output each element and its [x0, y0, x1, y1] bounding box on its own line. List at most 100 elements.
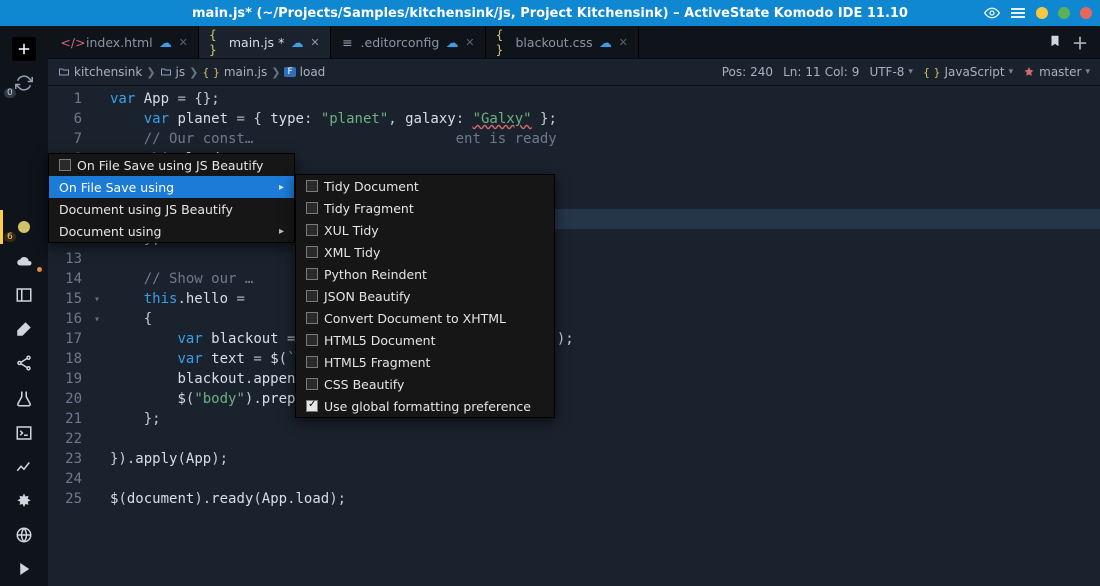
menu-item[interactable]: Document using JS Beautify — [49, 198, 294, 220]
web-button[interactable] — [0, 518, 48, 552]
bookmark-icon[interactable] — [1048, 34, 1062, 51]
checkbox-icon — [306, 312, 318, 324]
menu-item[interactable]: Document using ▸ — [49, 220, 294, 242]
format-context-menu: On File Save using JS Beautify On File Sa… — [48, 153, 295, 243]
menu-item[interactable]: Tidy Fragment — [296, 197, 554, 219]
menu-item[interactable]: Tidy Document — [296, 175, 554, 197]
chevron-right-icon: ▸ — [279, 226, 284, 237]
checkbox-icon — [306, 246, 318, 258]
chevron-right-icon: ▸ — [279, 182, 284, 193]
menu-item[interactable]: HTML5 Document — [296, 329, 554, 351]
menu-item-label: Convert Document to XHTML — [324, 311, 506, 326]
science-button[interactable] — [0, 382, 48, 416]
menu-item-label: On File Save using — [59, 180, 174, 195]
status-branch[interactable]: master▾ — [1023, 65, 1090, 79]
menu-item[interactable]: On File Save using JS Beautify — [49, 154, 294, 176]
close-icon[interactable]: ✕ — [465, 36, 474, 49]
new-file-button[interactable] — [0, 32, 48, 66]
status-language[interactable]: { } JavaScript▾ — [923, 65, 1013, 79]
checkbox-icon — [306, 290, 318, 302]
menu-item-label: HTML5 Fragment — [324, 355, 430, 370]
menu-item[interactable]: Convert Document to XHTML — [296, 307, 554, 329]
lint-indicator[interactable]: 6 — [0, 210, 48, 244]
cloud-icon: ☁ — [599, 35, 613, 49]
menu-item-label: CSS Beautify — [324, 377, 404, 392]
maximize-icon[interactable] — [1058, 7, 1070, 19]
cloud-icon: ☁ — [445, 35, 459, 49]
js-icon: { } — [209, 35, 223, 49]
tab-editorconfig[interactable]: ≡ .editorconfig ☁ ✕ — [331, 26, 486, 58]
tab-strip: </> index.html ☁ ✕ { } main.js * ☁ ✕ ≡ .… — [48, 26, 1100, 58]
lint-badge: 6 — [4, 232, 16, 242]
tab-blackout-css[interactable]: { } blackout.css ☁ ✕ — [486, 26, 639, 58]
breadcrumb-bar: kitchensink ❯ js ❯ { } main.js ❯ F load — [48, 58, 1100, 86]
menu-item-label: Python Reindent — [324, 267, 427, 282]
window-titlebar: main.js* (~/Projects/Samples/kitchensink… — [0, 0, 1100, 26]
menu-item-label: Tidy Fragment — [324, 201, 414, 216]
breadcrumb-folder[interactable]: kitchensink — [58, 65, 142, 79]
menu-item[interactable]: XML Tidy — [296, 241, 554, 263]
cloud-icon: ☁ — [159, 35, 173, 49]
preview-icon[interactable] — [984, 5, 1000, 21]
tab-label: main.js * — [229, 35, 284, 50]
close-window-icon[interactable] — [1080, 7, 1092, 19]
menu-item[interactable]: CSS Beautify — [296, 373, 554, 395]
window-title: main.js* (~/Projects/Samples/kitchensink… — [192, 6, 908, 21]
close-icon[interactable]: ✕ — [619, 36, 628, 49]
sync-button[interactable]: 0 — [0, 66, 48, 100]
checkbox-icon — [306, 180, 318, 192]
cfg-icon: ≡ — [341, 35, 355, 49]
menu-item-label: Document using — [59, 224, 162, 239]
minimize-icon[interactable] — [1036, 7, 1048, 19]
menu-item-label: JSON Beautify — [324, 289, 411, 304]
tab-label: .editorconfig — [361, 35, 440, 50]
menu-item[interactable]: HTML5 Fragment — [296, 351, 554, 373]
checkbox-icon — [306, 268, 318, 280]
menu-item[interactable]: JSON Beautify — [296, 285, 554, 307]
menu-item[interactable]: Use global formatting preference — [296, 395, 554, 417]
tab-main-js[interactable]: { } main.js * ☁ ✕ — [199, 26, 331, 58]
menu-item-label: XUL Tidy — [324, 223, 379, 238]
stats-button[interactable] — [0, 450, 48, 484]
checkbox-icon — [306, 224, 318, 236]
status-encoding[interactable]: UTF-8▾ — [869, 65, 913, 79]
run-button[interactable] — [0, 552, 48, 586]
breadcrumb-subfolder[interactable]: js — [160, 65, 186, 79]
checkbox-icon — [306, 334, 318, 346]
share-button[interactable] — [0, 346, 48, 380]
menu-item-label: On File Save using JS Beautify — [77, 158, 263, 173]
tab-label: index.html — [86, 35, 153, 50]
checkbox-icon — [306, 356, 318, 368]
menu-item-label: Use global formatting preference — [324, 399, 531, 414]
menu-item[interactable]: Python Reindent — [296, 263, 554, 285]
draw-button[interactable] — [0, 312, 48, 346]
menu-item[interactable]: On File Save using ▸ — [49, 176, 294, 198]
checkbox-icon — [306, 378, 318, 390]
cloud-button[interactable] — [0, 244, 48, 278]
sync-badge: 0 — [4, 88, 16, 98]
tab-index-html[interactable]: </> index.html ☁ ✕ — [56, 26, 199, 58]
breadcrumb-file[interactable]: { } main.js — [202, 65, 267, 79]
breadcrumb-symbol[interactable]: F load — [284, 65, 325, 79]
menu-item-label: XML Tidy — [324, 245, 380, 260]
checkbox-icon — [306, 400, 318, 412]
menu-item-label: Document using JS Beautify — [59, 202, 233, 217]
terminal-button[interactable] — [0, 416, 48, 450]
format-submenu: Tidy Document Tidy Fragment XUL Tidy XML Ti… — [295, 174, 555, 418]
menu-item-label: Tidy Document — [324, 179, 419, 194]
add-tab-button[interactable]: ＋ — [1072, 30, 1088, 54]
close-icon[interactable]: ✕ — [179, 36, 188, 49]
menu-item-label: HTML5 Document — [324, 333, 435, 348]
status-line-col[interactable]: Ln: 11 Col: 9 — [783, 65, 859, 79]
tab-label: blackout.css — [516, 35, 593, 50]
html-icon: </> — [66, 35, 80, 49]
status-position[interactable]: Pos: 240 — [722, 65, 773, 79]
activity-bar: 0 6 — [0, 26, 48, 586]
panel-layout-button[interactable] — [0, 278, 48, 312]
menu-icon[interactable] — [1010, 5, 1026, 21]
menu-item[interactable]: XUL Tidy — [296, 219, 554, 241]
checkbox-icon — [59, 159, 71, 171]
checkbox-icon — [306, 202, 318, 214]
settings-button[interactable] — [0, 484, 48, 518]
close-icon[interactable]: ✕ — [310, 36, 319, 49]
